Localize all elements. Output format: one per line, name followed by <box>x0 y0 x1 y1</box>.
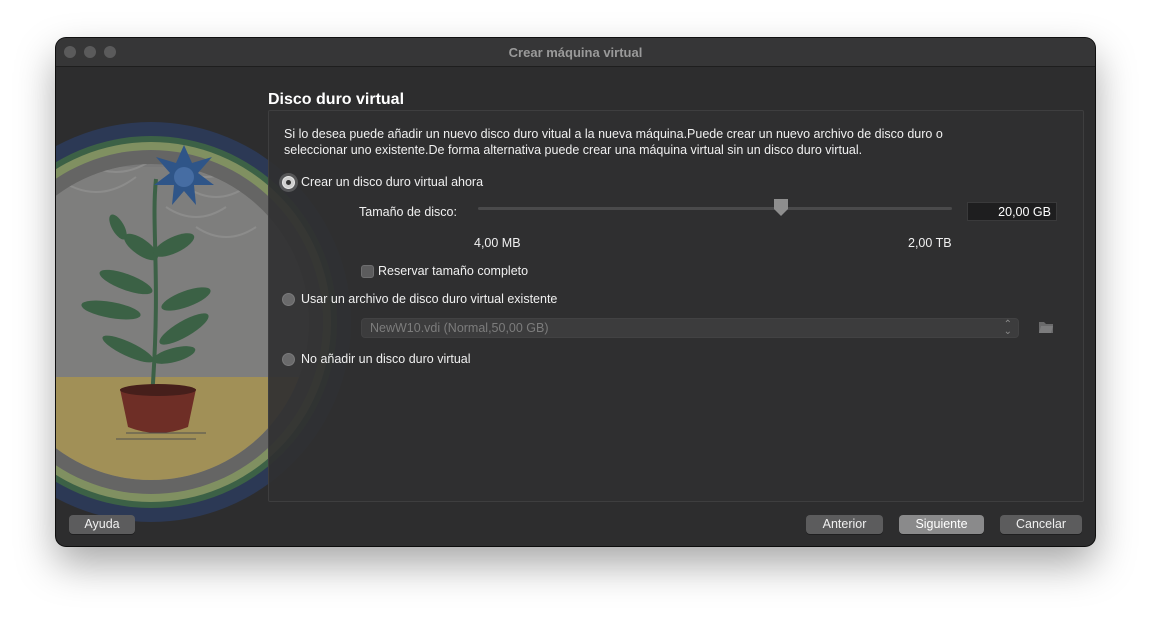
page-heading: Disco duro virtual <box>268 91 405 108</box>
title-bar: Crear máquina virtual <box>56 38 1095 67</box>
disk-size-input[interactable]: 20,00 GB <box>967 202 1057 221</box>
reserve-full-size-label[interactable]: Reservar tamaño completo <box>378 264 528 278</box>
no-disk-label[interactable]: No añadir un disco duro virtual <box>301 352 471 366</box>
folder-open-icon[interactable] <box>1038 319 1054 335</box>
disk-size-slider-track[interactable] <box>478 207 952 210</box>
back-button[interactable]: Anterior <box>806 515 883 534</box>
page-description: Si lo desea puede añadir un nuevo disco … <box>284 127 943 157</box>
existing-disk-value: NewW10.vdi (Normal,50,00 GB) <box>370 321 549 335</box>
window-title: Crear máquina virtual <box>508 45 643 60</box>
create-disk-radio[interactable] <box>282 176 295 189</box>
no-disk-radio[interactable] <box>282 353 295 366</box>
disk-size-min-label: 4,00 MB <box>474 236 521 250</box>
help-button[interactable]: Ayuda <box>69 515 135 534</box>
wizard-window: Crear máquina virtual Disco duro virtual… <box>56 38 1095 546</box>
cancel-button[interactable]: Cancelar <box>1000 515 1082 534</box>
content-panel <box>268 110 1084 502</box>
existing-disk-radio[interactable] <box>282 293 295 306</box>
disk-size-slider-thumb[interactable] <box>774 199 789 216</box>
create-disk-label[interactable]: Crear un disco duro virtual ahora <box>301 175 483 189</box>
existing-disk-select[interactable]: NewW10.vdi (Normal,50,00 GB) ⌃ ⌄ <box>361 318 1019 338</box>
updown-chevron-icon: ⌃ ⌄ <box>1003 319 1012 337</box>
reserve-full-size-checkbox[interactable] <box>361 265 374 278</box>
disk-size-label: Tamaño de disco: <box>359 205 457 219</box>
disk-size-max-label: 2,00 TB <box>908 236 952 250</box>
existing-disk-label[interactable]: Usar un archivo de disco duro virtual ex… <box>301 292 557 306</box>
next-button[interactable]: Siguiente <box>899 515 984 534</box>
